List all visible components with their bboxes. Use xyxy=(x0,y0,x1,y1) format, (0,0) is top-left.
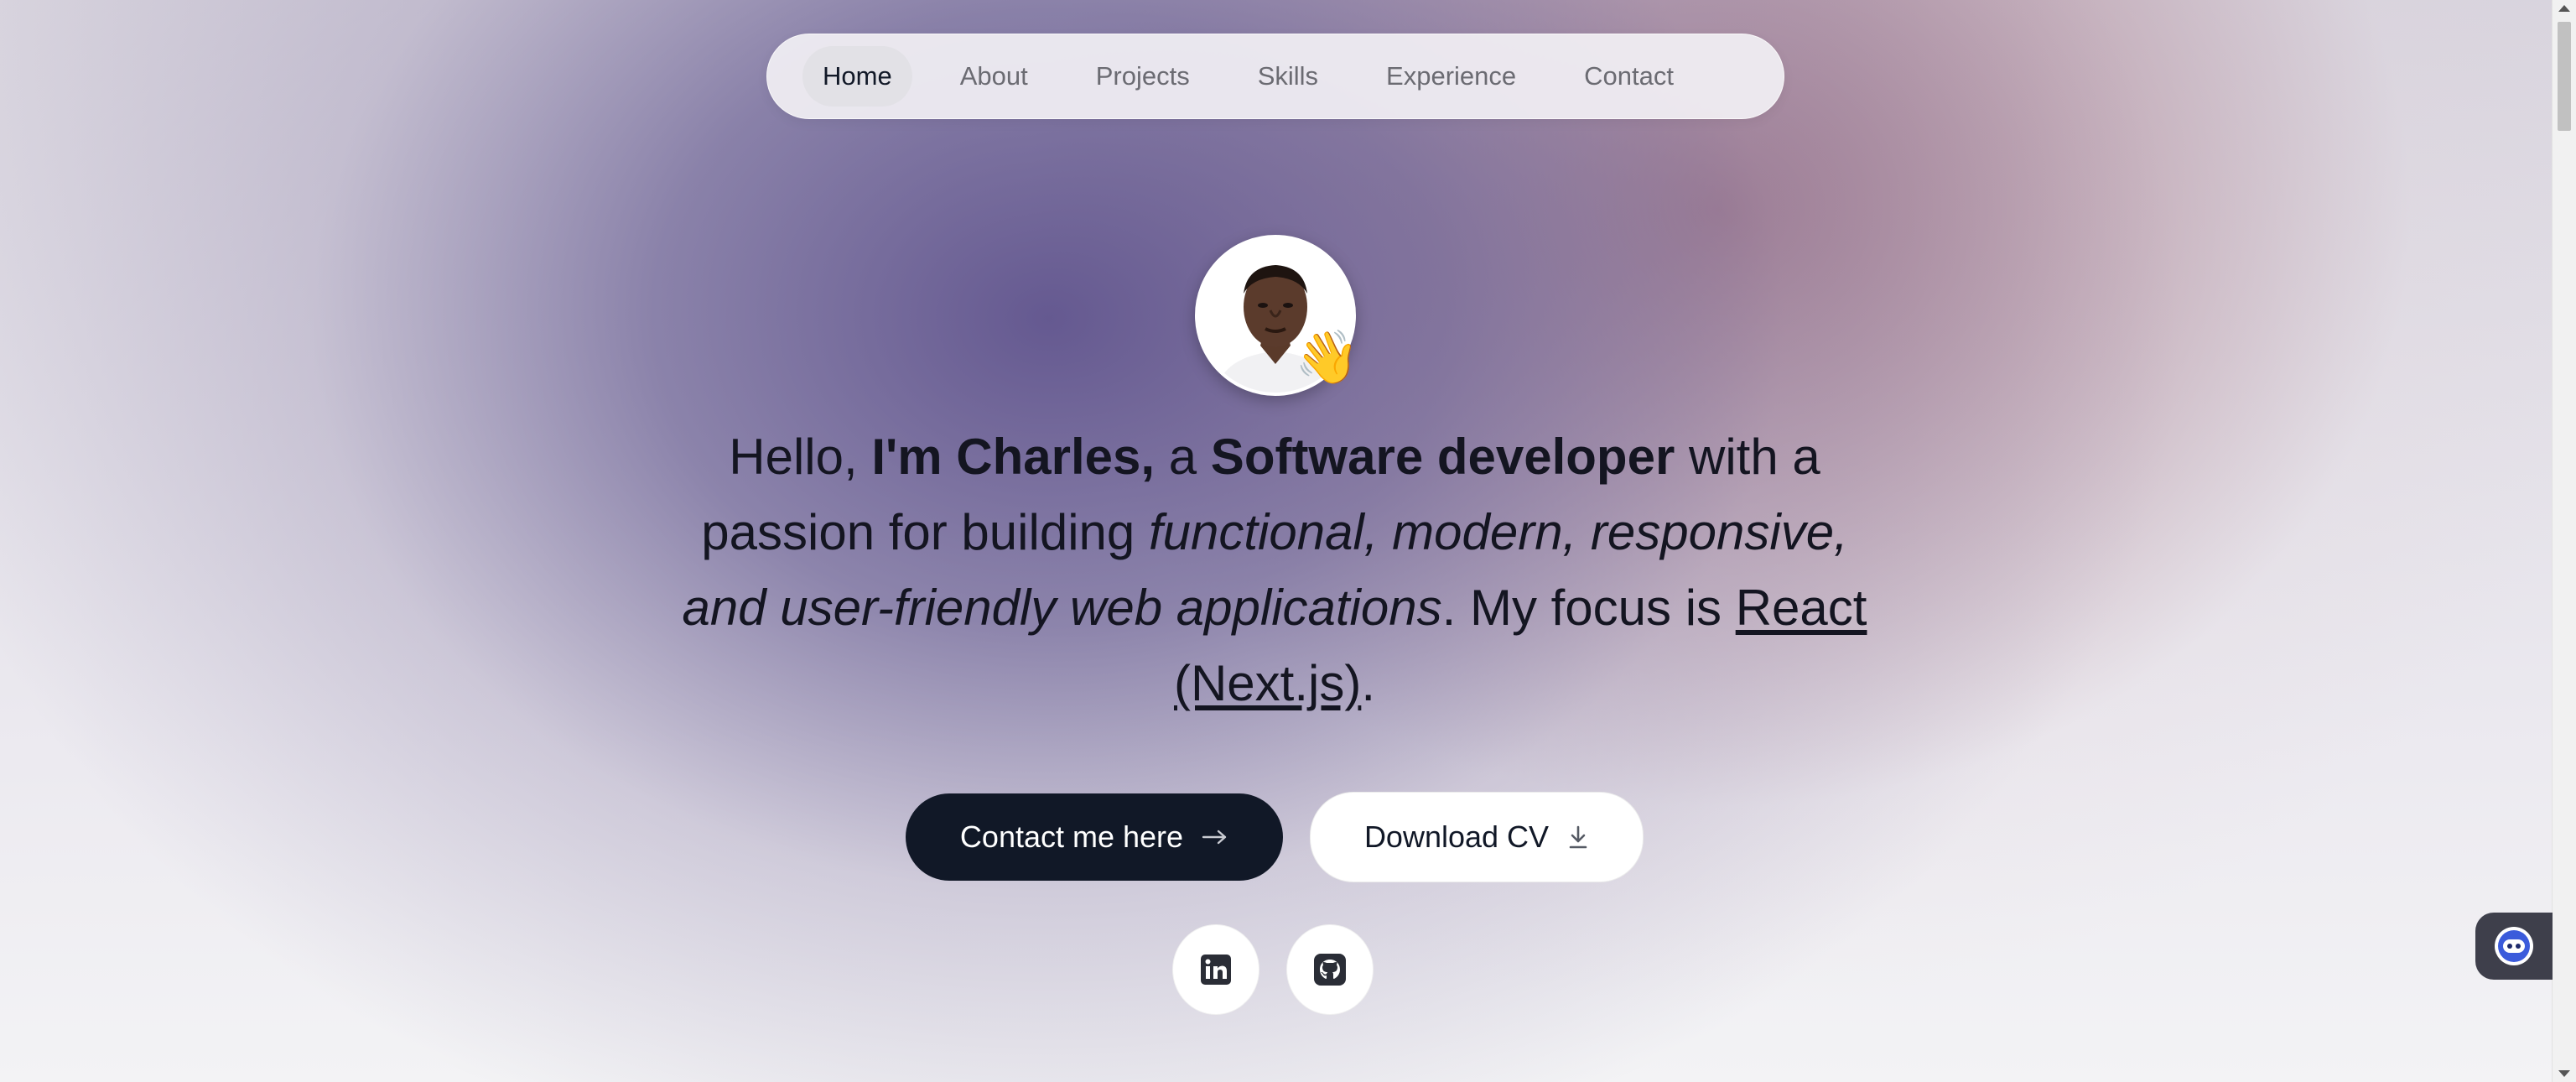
contact-button[interactable]: Contact me here xyxy=(906,793,1283,881)
chatbot-icon xyxy=(2495,927,2533,965)
intro-role: Software developer xyxy=(1210,429,1675,485)
nav-item-experience[interactable]: Experience xyxy=(1366,46,1536,107)
page-scrollbar[interactable] xyxy=(2552,0,2576,1082)
chat-widget-button[interactable] xyxy=(2475,913,2553,980)
nav-item-contact[interactable]: Contact xyxy=(1564,46,1694,107)
download-icon xyxy=(1567,825,1589,850)
scrollbar-thumb[interactable] xyxy=(2558,22,2571,131)
download-cv-label: Download CV xyxy=(1363,819,1550,854)
nav-item-home[interactable]: Home xyxy=(802,46,912,107)
github-icon xyxy=(1314,954,1346,986)
scroll-down-arrow[interactable] xyxy=(2558,1070,2570,1077)
contact-button-label: Contact me here xyxy=(959,819,1184,854)
scroll-up-arrow[interactable] xyxy=(2558,5,2570,12)
nav-item-projects[interactable]: Projects xyxy=(1076,46,1210,107)
nav-item-about[interactable]: About xyxy=(940,46,1048,107)
waving-hand-icon: 👋 xyxy=(1295,329,1360,387)
download-cv-button[interactable]: Download CV xyxy=(1310,792,1644,882)
intro-name: I'm Charles, xyxy=(871,429,1156,485)
top-navigation: Home About Projects Skills Experience Co… xyxy=(766,34,1784,119)
linkedin-button[interactable] xyxy=(1172,924,1259,1015)
linkedin-icon xyxy=(1201,955,1231,985)
arrow-right-icon xyxy=(1202,829,1228,845)
nav-item-skills[interactable]: Skills xyxy=(1238,46,1338,107)
hero-intro: Hello, I'm Charles, a Software developer… xyxy=(682,429,1867,711)
github-button[interactable] xyxy=(1286,924,1374,1015)
